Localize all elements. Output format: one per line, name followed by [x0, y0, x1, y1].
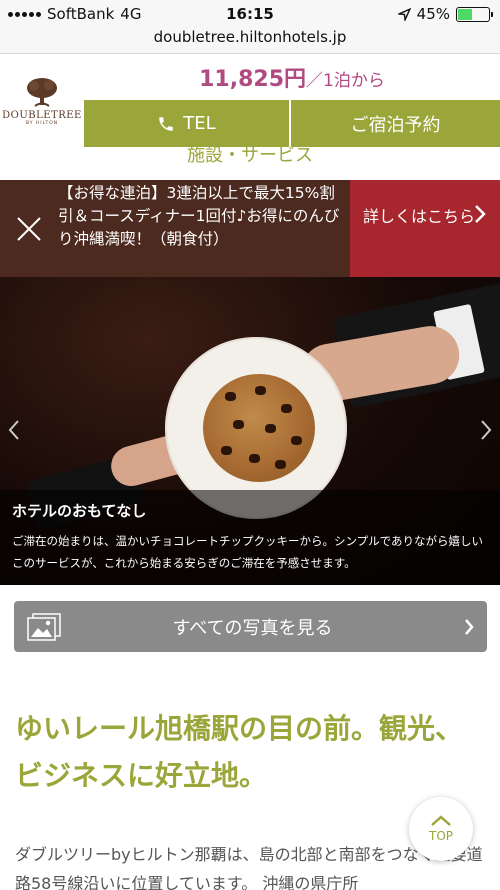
hero-caption-title: ホテルのおもてなし — [12, 502, 147, 520]
chevron-right-icon — [451, 618, 487, 636]
hero-carousel[interactable]: ホテルのおもてなし ご滞在の始まりは、温かいチョコレートチップクッキーから。シン… — [0, 277, 500, 585]
facilities-nav-peek[interactable]: 施設・サービス — [0, 147, 500, 180]
promo-banner: 【お得な連泊】3連泊以上で最大15%割引＆コースディナー1回付♪お得にのんびり沖… — [0, 180, 500, 277]
promo-link-label: 詳しくはこちら — [363, 207, 476, 226]
phone-icon — [159, 116, 174, 131]
price-from: 11,825円／1泊から — [84, 61, 500, 93]
chevron-right-icon — [475, 205, 486, 223]
url-bar[interactable]: doubletree.hiltonhotels.jp — [0, 28, 500, 54]
logo-name: DOUBLETREE — [2, 109, 82, 121]
chevron-up-icon — [431, 815, 451, 826]
tel-label: TEL — [183, 113, 216, 134]
location-headline: ゆいレール旭橋駅の目の前。観光、ビジネスに好立地。 — [15, 712, 464, 792]
promo-text: 【お得な連泊】3連泊以上で最大15%割引＆コースディナー1回付♪お得にのんびり沖… — [58, 184, 340, 248]
view-all-photos-label: すべての写真を見る — [172, 617, 333, 639]
battery-percent: 45% — [416, 5, 450, 23]
site-header: DOUBLETREE BY HILTON 11,825円／1泊から TEL ご宿… — [0, 55, 500, 180]
hero-caption-body: ご滞在の始まりは、温かいチョコレートチップクッキーから。シンプルでありながら嬉し… — [12, 534, 484, 570]
chevron-left-icon[interactable] — [8, 419, 20, 441]
battery-icon — [456, 6, 493, 22]
hero-photo-cookie — [203, 374, 315, 482]
tree-logo-icon — [27, 77, 57, 107]
chevron-right-icon[interactable] — [480, 419, 492, 441]
promo-details-link[interactable]: 詳しくはこちら — [350, 180, 500, 277]
promo-close-button[interactable] — [0, 180, 58, 277]
back-to-top-label: TOP — [428, 829, 453, 843]
price-suffix: ／1泊から — [306, 71, 385, 91]
header-buttons: TEL ご宿泊予約 — [84, 100, 500, 147]
back-to-top-button[interactable]: TOP — [409, 797, 473, 861]
view-all-photos-button[interactable]: すべての写真を見る — [14, 601, 487, 652]
facilities-nav-label: 施設・サービス — [187, 147, 313, 166]
logo-sub: BY HILTON — [25, 120, 59, 126]
doubletree-logo[interactable]: DOUBLETREE BY HILTON — [0, 55, 84, 147]
hero-caption: ホテルのおもてなし ご滞在の始まりは、温かいチョコレートチップクッキーから。シン… — [0, 490, 500, 585]
status-right: 45% — [397, 5, 493, 23]
price-value: 11,825円 — [199, 67, 307, 92]
tel-button[interactable]: TEL — [84, 100, 291, 147]
close-icon — [17, 216, 41, 241]
battery-level — [458, 8, 472, 20]
picture-icon — [14, 612, 74, 642]
status-bar: SoftBank 4G 16:15 45% — [0, 0, 500, 28]
reserve-button[interactable]: ご宿泊予約 — [291, 100, 500, 147]
location-arrow-icon — [397, 7, 411, 21]
